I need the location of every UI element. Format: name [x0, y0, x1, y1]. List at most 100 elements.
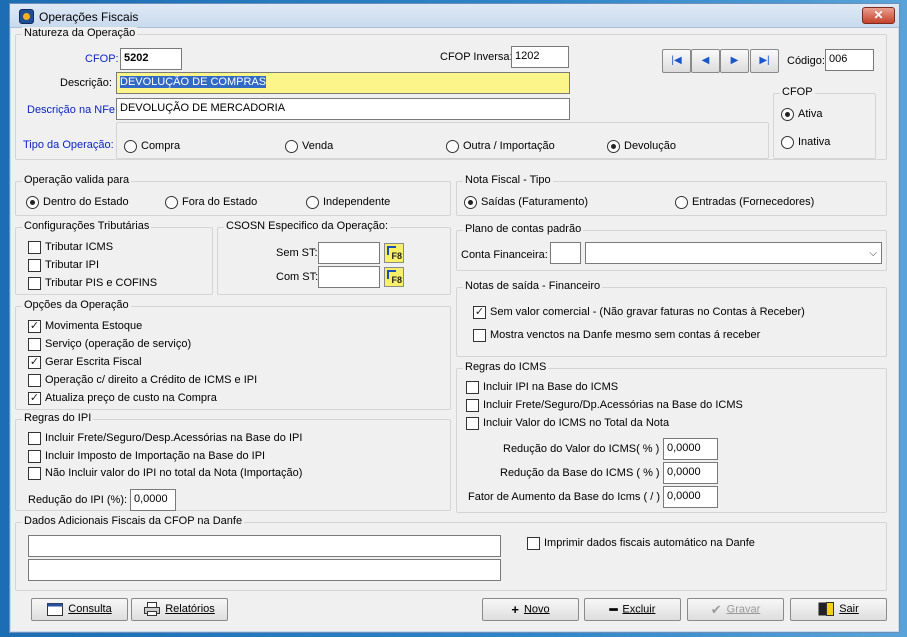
codigo-input[interactable]: 006: [825, 49, 874, 71]
checkmark-icon: ✔: [710, 602, 722, 617]
check-icon: ✓: [28, 320, 41, 333]
regras-icms-label: Regras do ICMS: [463, 361, 549, 373]
radio-dot-selected: [781, 108, 794, 121]
radio-dot: [124, 140, 137, 153]
gravar-label: Gravar: [726, 603, 761, 616]
checkbox-box: [28, 432, 41, 445]
sem-st-lookup-button[interactable]: F8: [384, 243, 404, 263]
excluir-button[interactable]: ━ Excluir: [584, 598, 681, 621]
novo-label: Novo: [523, 603, 550, 616]
cfop-label: CFOP:: [85, 53, 119, 65]
prev-record-button[interactable]: ◀: [691, 49, 720, 73]
conta-financeira-select[interactable]: ⌵: [585, 242, 882, 264]
sair-label: Sair: [839, 603, 859, 615]
operacao-valida-label: Operação valida para: [22, 174, 132, 186]
cfop-inversa-input[interactable]: 1202: [511, 46, 569, 68]
reducao-ipi-input[interactable]: 0,0000: [130, 489, 176, 511]
notas-saida-group: Notas de saída - Financeiro: [456, 280, 887, 357]
descricao-nfe-label: Descrição na NFe:: [27, 104, 119, 116]
prev-record-icon: ◀: [701, 55, 710, 66]
checkbox-box: [28, 338, 41, 351]
cfop-status-label: CFOP: [780, 86, 815, 98]
last-record-icon: ▶|: [759, 55, 770, 66]
descricao-selected-text: DEVOLUÇÃO DE COMPRAS: [120, 76, 267, 88]
com-st-input[interactable]: [318, 266, 380, 288]
com-st-lookup-button[interactable]: F8: [384, 267, 404, 287]
cfop-status-group: CFOP: [773, 86, 876, 159]
checkbox-box: [28, 241, 41, 254]
reducao-base-icms-label: Redução da Base do ICMS ( % ) :: [500, 467, 666, 479]
plano-contas-label: Plano de contas padrão: [463, 223, 584, 235]
reducao-valor-icms-label: Redução do Valor do ICMS( % ) :: [503, 443, 666, 455]
radio-dot: [675, 196, 688, 209]
radio-dot: [165, 196, 178, 209]
first-record-button[interactable]: |◀: [662, 49, 691, 73]
cfop-inversa-label: CFOP Inversa:: [440, 51, 513, 63]
radio-dot-selected: [26, 196, 39, 209]
sem-st-label: Sem ST:: [276, 247, 318, 259]
last-record-button[interactable]: ▶|: [750, 49, 779, 73]
close-button[interactable]: ✕: [862, 7, 895, 24]
sem-st-input[interactable]: [318, 242, 380, 264]
check-icon: ✓: [28, 356, 41, 369]
radio-dot-selected: [464, 196, 477, 209]
check-icon: ✓: [28, 392, 41, 405]
descricao-input[interactable]: DEVOLUÇÃO DE COMPRAS: [116, 72, 570, 94]
consulta-button[interactable]: Consulta: [31, 598, 128, 621]
reducao-base-icms-input[interactable]: 0,0000: [663, 462, 718, 484]
radio-dot-selected: [607, 140, 620, 153]
config-trib-label: Configurações Tributárias: [22, 220, 152, 232]
consulta-label: Consulta: [68, 603, 112, 615]
dados-adicionais-label: Dados Adicionais Fiscais da CFOP na Danf…: [22, 515, 245, 527]
excluir-label: Excluir: [622, 603, 656, 616]
first-record-icon: |◀: [671, 55, 682, 66]
window-title: Operações Fiscais: [39, 10, 139, 24]
next-record-icon: ▶: [730, 55, 739, 66]
app-icon: [19, 9, 34, 24]
codigo-label: Código:: [787, 55, 825, 67]
checkbox-box: [466, 417, 479, 430]
checkbox-box: [28, 374, 41, 387]
radio-dot: [306, 196, 319, 209]
operacoes-fiscais-window: Operações Fiscais ✕ Natureza da Operação…: [9, 3, 900, 633]
com-st-label: Com ST:: [276, 271, 319, 283]
conta-financeira-code-input[interactable]: [550, 242, 581, 264]
reducao-ipi-label: Redução do IPI (%):: [28, 494, 128, 506]
checkbox-box: [466, 381, 479, 394]
fator-aumento-input[interactable]: 0,0000: [663, 486, 718, 508]
title-bar: Operações Fiscais ✕: [10, 4, 899, 28]
fator-aumento-label: Fator de Aumento da Base do Icms ( / ) :: [468, 491, 667, 503]
minus-icon: ━: [609, 602, 618, 617]
descricao-label: Descrição:: [60, 77, 112, 89]
checkbox-box: [28, 450, 41, 463]
sair-button[interactable]: Sair: [790, 598, 887, 621]
conta-financeira-label: Conta Financeira:: [461, 249, 548, 261]
check-icon: ✓: [473, 306, 486, 319]
relatorios-label: Relatórios: [165, 603, 215, 615]
checkbox-box: [466, 399, 479, 412]
dados-adicionais-line1-input[interactable]: [28, 535, 501, 557]
natureza-group-label: Natureza da Operação: [22, 27, 138, 39]
reducao-valor-icms-input[interactable]: 0,0000: [663, 438, 718, 460]
radio-dot: [446, 140, 459, 153]
window-icon: [47, 602, 64, 616]
opcoes-label: Opções da Operação: [22, 299, 131, 311]
radio-dot: [285, 140, 298, 153]
plus-icon: +: [511, 602, 519, 617]
gravar-button[interactable]: ✔ Gravar: [687, 598, 784, 621]
descricao-nfe-input[interactable]: DEVOLUÇÃO DE MERCADORIA: [116, 98, 570, 120]
regras-ipi-label: Regras do IPI: [22, 412, 94, 424]
novo-button[interactable]: + Novo: [482, 598, 579, 621]
checkbox-box: [28, 277, 41, 290]
checkbox-box: [473, 329, 486, 342]
chevron-down-icon: ⌵: [869, 248, 877, 259]
radio-dot: [781, 136, 794, 149]
exit-door-icon: [818, 602, 835, 617]
relatorios-button[interactable]: Relatórios: [131, 598, 228, 621]
tipo-operacao-label: Tipo da Operação:: [23, 139, 114, 151]
dados-adicionais-line2-input[interactable]: [28, 559, 501, 581]
printer-icon: [144, 602, 161, 617]
next-record-button[interactable]: ▶: [720, 49, 749, 73]
cfop-input[interactable]: 5202: [120, 48, 182, 70]
nota-fiscal-tipo-label: Nota Fiscal - Tipo: [463, 174, 553, 186]
